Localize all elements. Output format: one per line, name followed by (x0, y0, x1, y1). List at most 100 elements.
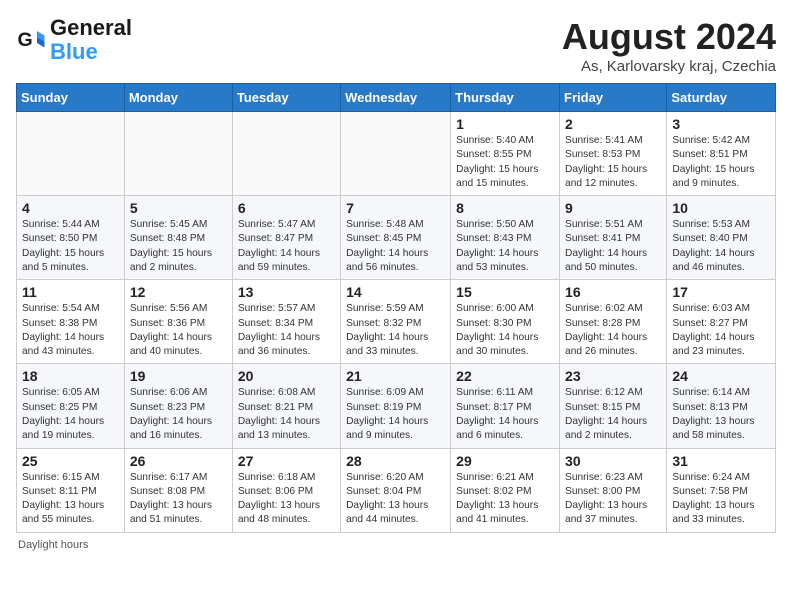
day-number: 27 (238, 453, 335, 469)
day-info: Sunrise: 5:59 AM Sunset: 8:32 PM Dayligh… (346, 302, 445, 359)
day-number: 31 (672, 453, 770, 469)
day-info: Sunrise: 6:09 AM Sunset: 8:19 PM Dayligh… (346, 386, 445, 443)
calendar-cell: 11 Sunrise: 5:54 AM Sunset: 8:38 PM Dayli… (17, 280, 125, 364)
calendar-cell: 23Sunrise: 6:12 AM Sunset: 8:15 PM Dayli… (560, 364, 667, 448)
day-info: Sunrise: 5:41 AM Sunset: 8:53 PM Dayligh… (565, 134, 661, 191)
calendar-cell: 30 Sunrise: 6:23 AM Sunset: 8:00 PM Dayli… (560, 448, 667, 532)
day-number: 18 (22, 368, 119, 384)
day-info: Sunrise: 5:42 AM Sunset: 8:51 PM Dayligh… (672, 134, 770, 191)
calendar-cell: 13 Sunrise: 5:57 AM Sunset: 8:34 PM Dayli… (232, 280, 340, 364)
calendar-cell: 21 Sunrise: 6:09 AM Sunset: 8:19 PM Dayli… (341, 364, 451, 448)
day-number: 15 (456, 284, 554, 300)
day-info: Sunrise: 5:45 AM Sunset: 8:48 PM Dayligh… (130, 218, 227, 275)
calendar-cell: 12 Sunrise: 5:56 AM Sunset: 8:36 PM Dayli… (124, 280, 232, 364)
calendar-week-1: 1 Sunrise: 5:40 AM Sunset: 8:55 PM Daylig… (17, 112, 776, 196)
day-number: 1 (456, 116, 554, 132)
calendar-cell (232, 112, 340, 196)
day-info: Sunrise: 6:18 AM Sunset: 8:06 PM Dayligh… (238, 471, 335, 528)
day-info: Sunrise: 5:44 AM Sunset: 8:50 PM Dayligh… (22, 218, 119, 275)
day-info: Sunrise: 6:06 AM Sunset: 8:23 PM Dayligh… (130, 386, 227, 443)
day-number: 29 (456, 453, 554, 469)
calendar-cell: 2 Sunrise: 5:41 AM Sunset: 8:53 PM Daylig… (560, 112, 667, 196)
day-info: Sunrise: 5:56 AM Sunset: 8:36 PM Dayligh… (130, 302, 227, 359)
day-number: 22 (456, 368, 554, 384)
page: G General Blue August 2024 As, Karlovars… (0, 0, 792, 559)
day-info: Sunrise: 6:15 AM Sunset: 8:11 PM Dayligh… (22, 471, 119, 528)
calendar-cell: 15 Sunrise: 6:00 AM Sunset: 8:30 PM Dayli… (451, 280, 560, 364)
logo-text: General Blue (50, 16, 132, 64)
day-info: Sunrise: 5:48 AM Sunset: 8:45 PM Dayligh… (346, 218, 445, 275)
day-number: 24 (672, 368, 770, 384)
day-number: 12 (130, 284, 227, 300)
day-info: Sunrise: 6:03 AM Sunset: 8:27 PM Dayligh… (672, 302, 770, 359)
day-number: 17 (672, 284, 770, 300)
calendar-cell: 22 Sunrise: 6:11 AM Sunset: 8:17 PM Dayli… (451, 364, 560, 448)
calendar-table: SundayMondayTuesdayWednesdayThursdayFrid… (16, 83, 776, 533)
day-info: Sunrise: 6:02 AM Sunset: 8:28 PM Dayligh… (565, 302, 661, 359)
day-number: 9 (565, 200, 661, 216)
day-number: 30 (565, 453, 661, 469)
day-number: 10 (672, 200, 770, 216)
calendar-week-3: 11 Sunrise: 5:54 AM Sunset: 8:38 PM Dayli… (17, 280, 776, 364)
day-number: 25 (22, 453, 119, 469)
logo-line2: Blue (50, 39, 98, 64)
day-number: 11 (22, 284, 119, 300)
calendar-cell: 7Sunrise: 5:48 AM Sunset: 8:45 PM Daylig… (341, 196, 451, 280)
location-subtitle: As, Karlovarsky kraj, Czechia (562, 58, 776, 75)
calendar-cell: 1 Sunrise: 5:40 AM Sunset: 8:55 PM Daylig… (451, 112, 560, 196)
calendar-cell: 4Sunrise: 5:44 AM Sunset: 8:50 PM Daylig… (17, 196, 125, 280)
calendar-cell: 8Sunrise: 5:50 AM Sunset: 8:43 PM Daylig… (451, 196, 560, 280)
day-info: Sunrise: 5:51 AM Sunset: 8:41 PM Dayligh… (565, 218, 661, 275)
col-header-wednesday: Wednesday (341, 84, 451, 112)
day-number: 20 (238, 368, 335, 384)
col-header-thursday: Thursday (451, 84, 560, 112)
day-number: 6 (238, 200, 335, 216)
day-info: Sunrise: 5:54 AM Sunset: 8:38 PM Dayligh… (22, 302, 119, 359)
col-header-monday: Monday (124, 84, 232, 112)
calendar-cell: 5 Sunrise: 5:45 AM Sunset: 8:48 PM Daylig… (124, 196, 232, 280)
day-info: Sunrise: 6:11 AM Sunset: 8:17 PM Dayligh… (456, 386, 554, 443)
day-info: Sunrise: 6:17 AM Sunset: 8:08 PM Dayligh… (130, 471, 227, 528)
day-number: 13 (238, 284, 335, 300)
logo-icon: G (16, 25, 46, 55)
calendar-week-2: 4Sunrise: 5:44 AM Sunset: 8:50 PM Daylig… (17, 196, 776, 280)
calendar-cell: 26Sunrise: 6:17 AM Sunset: 8:08 PM Dayli… (124, 448, 232, 532)
calendar-cell: 24 Sunrise: 6:14 AM Sunset: 8:13 PM Dayli… (667, 364, 776, 448)
calendar-cell: 17 Sunrise: 6:03 AM Sunset: 8:27 PM Dayli… (667, 280, 776, 364)
logo-line1: General (50, 16, 132, 40)
calendar-cell: 19Sunrise: 6:06 AM Sunset: 8:23 PM Dayli… (124, 364, 232, 448)
day-number: 3 (672, 116, 770, 132)
calendar-week-5: 25 Sunrise: 6:15 AM Sunset: 8:11 PM Dayli… (17, 448, 776, 532)
day-info: Sunrise: 6:23 AM Sunset: 8:00 PM Dayligh… (565, 471, 661, 528)
footer-note: Daylight hours (16, 539, 776, 551)
day-number: 23 (565, 368, 661, 384)
calendar-cell: 28Sunrise: 6:20 AM Sunset: 8:04 PM Dayli… (341, 448, 451, 532)
day-info: Sunrise: 5:40 AM Sunset: 8:55 PM Dayligh… (456, 134, 554, 191)
day-number: 2 (565, 116, 661, 132)
day-info: Sunrise: 6:00 AM Sunset: 8:30 PM Dayligh… (456, 302, 554, 359)
calendar-cell: 9 Sunrise: 5:51 AM Sunset: 8:41 PM Daylig… (560, 196, 667, 280)
title-block: August 2024 As, Karlovarsky kraj, Czechi… (562, 16, 776, 75)
calendar-cell: 25 Sunrise: 6:15 AM Sunset: 8:11 PM Dayli… (17, 448, 125, 532)
calendar-cell: 20 Sunrise: 6:08 AM Sunset: 8:21 PM Dayli… (232, 364, 340, 448)
header: G General Blue August 2024 As, Karlovars… (16, 16, 776, 75)
calendar-cell: 6 Sunrise: 5:47 AM Sunset: 8:47 PM Daylig… (232, 196, 340, 280)
calendar-cell: 29 Sunrise: 6:21 AM Sunset: 8:02 PM Dayli… (451, 448, 560, 532)
day-number: 21 (346, 368, 445, 384)
day-number: 28 (346, 453, 445, 469)
day-info: Sunrise: 6:14 AM Sunset: 8:13 PM Dayligh… (672, 386, 770, 443)
col-header-saturday: Saturday (667, 84, 776, 112)
day-number: 14 (346, 284, 445, 300)
calendar-cell: 14 Sunrise: 5:59 AM Sunset: 8:32 PM Dayli… (341, 280, 451, 364)
day-info: Sunrise: 6:08 AM Sunset: 8:21 PM Dayligh… (238, 386, 335, 443)
calendar-cell: 18Sunrise: 6:05 AM Sunset: 8:25 PM Dayli… (17, 364, 125, 448)
calendar-cell (17, 112, 125, 196)
calendar-cell: 16Sunrise: 6:02 AM Sunset: 8:28 PM Dayli… (560, 280, 667, 364)
day-info: Sunrise: 5:57 AM Sunset: 8:34 PM Dayligh… (238, 302, 335, 359)
day-info: Sunrise: 6:21 AM Sunset: 8:02 PM Dayligh… (456, 471, 554, 528)
day-info: Sunrise: 5:47 AM Sunset: 8:47 PM Dayligh… (238, 218, 335, 275)
col-header-friday: Friday (560, 84, 667, 112)
day-number: 5 (130, 200, 227, 216)
col-header-sunday: Sunday (17, 84, 125, 112)
calendar-cell (124, 112, 232, 196)
